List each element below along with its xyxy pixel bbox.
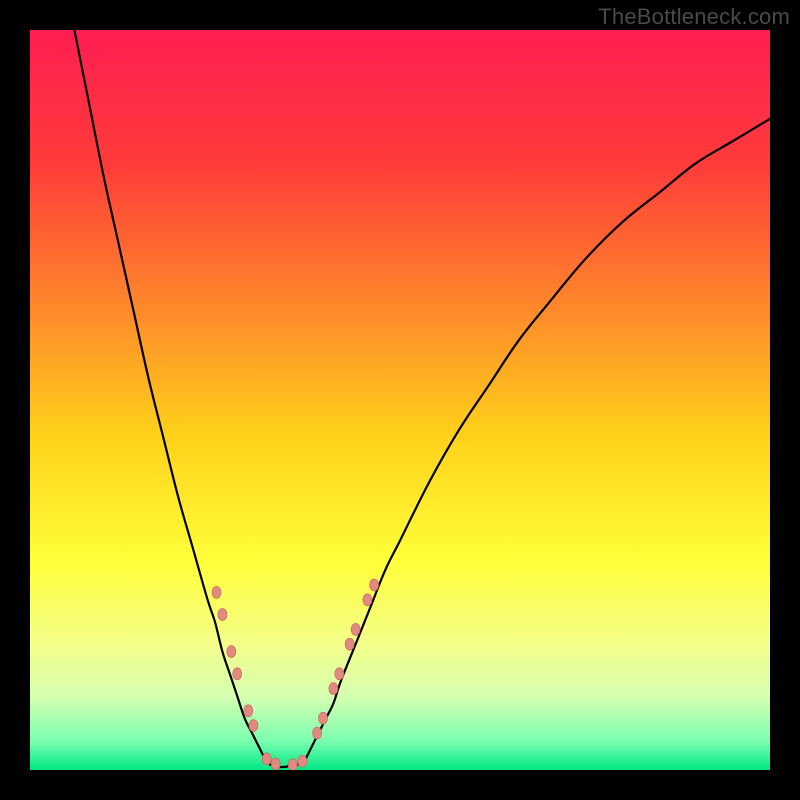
data-marker [271,758,280,770]
data-marker [313,727,322,739]
data-marker [233,668,242,680]
gradient-background [30,30,770,770]
data-marker [218,609,227,621]
data-marker [249,720,258,732]
data-marker [370,579,379,591]
data-marker [335,668,344,680]
data-marker [363,594,372,606]
chart-svg [30,30,770,770]
data-marker [351,623,360,635]
data-marker [288,759,297,770]
data-marker [319,712,328,724]
data-marker [212,586,221,598]
data-marker [329,683,338,695]
data-marker [345,638,354,650]
chart-frame: TheBottleneck.com [0,0,800,800]
plot-area [30,30,770,770]
data-marker [298,755,307,767]
data-marker [244,705,253,717]
data-marker [262,753,271,765]
data-marker [227,646,236,658]
watermark-text: TheBottleneck.com [598,4,790,30]
